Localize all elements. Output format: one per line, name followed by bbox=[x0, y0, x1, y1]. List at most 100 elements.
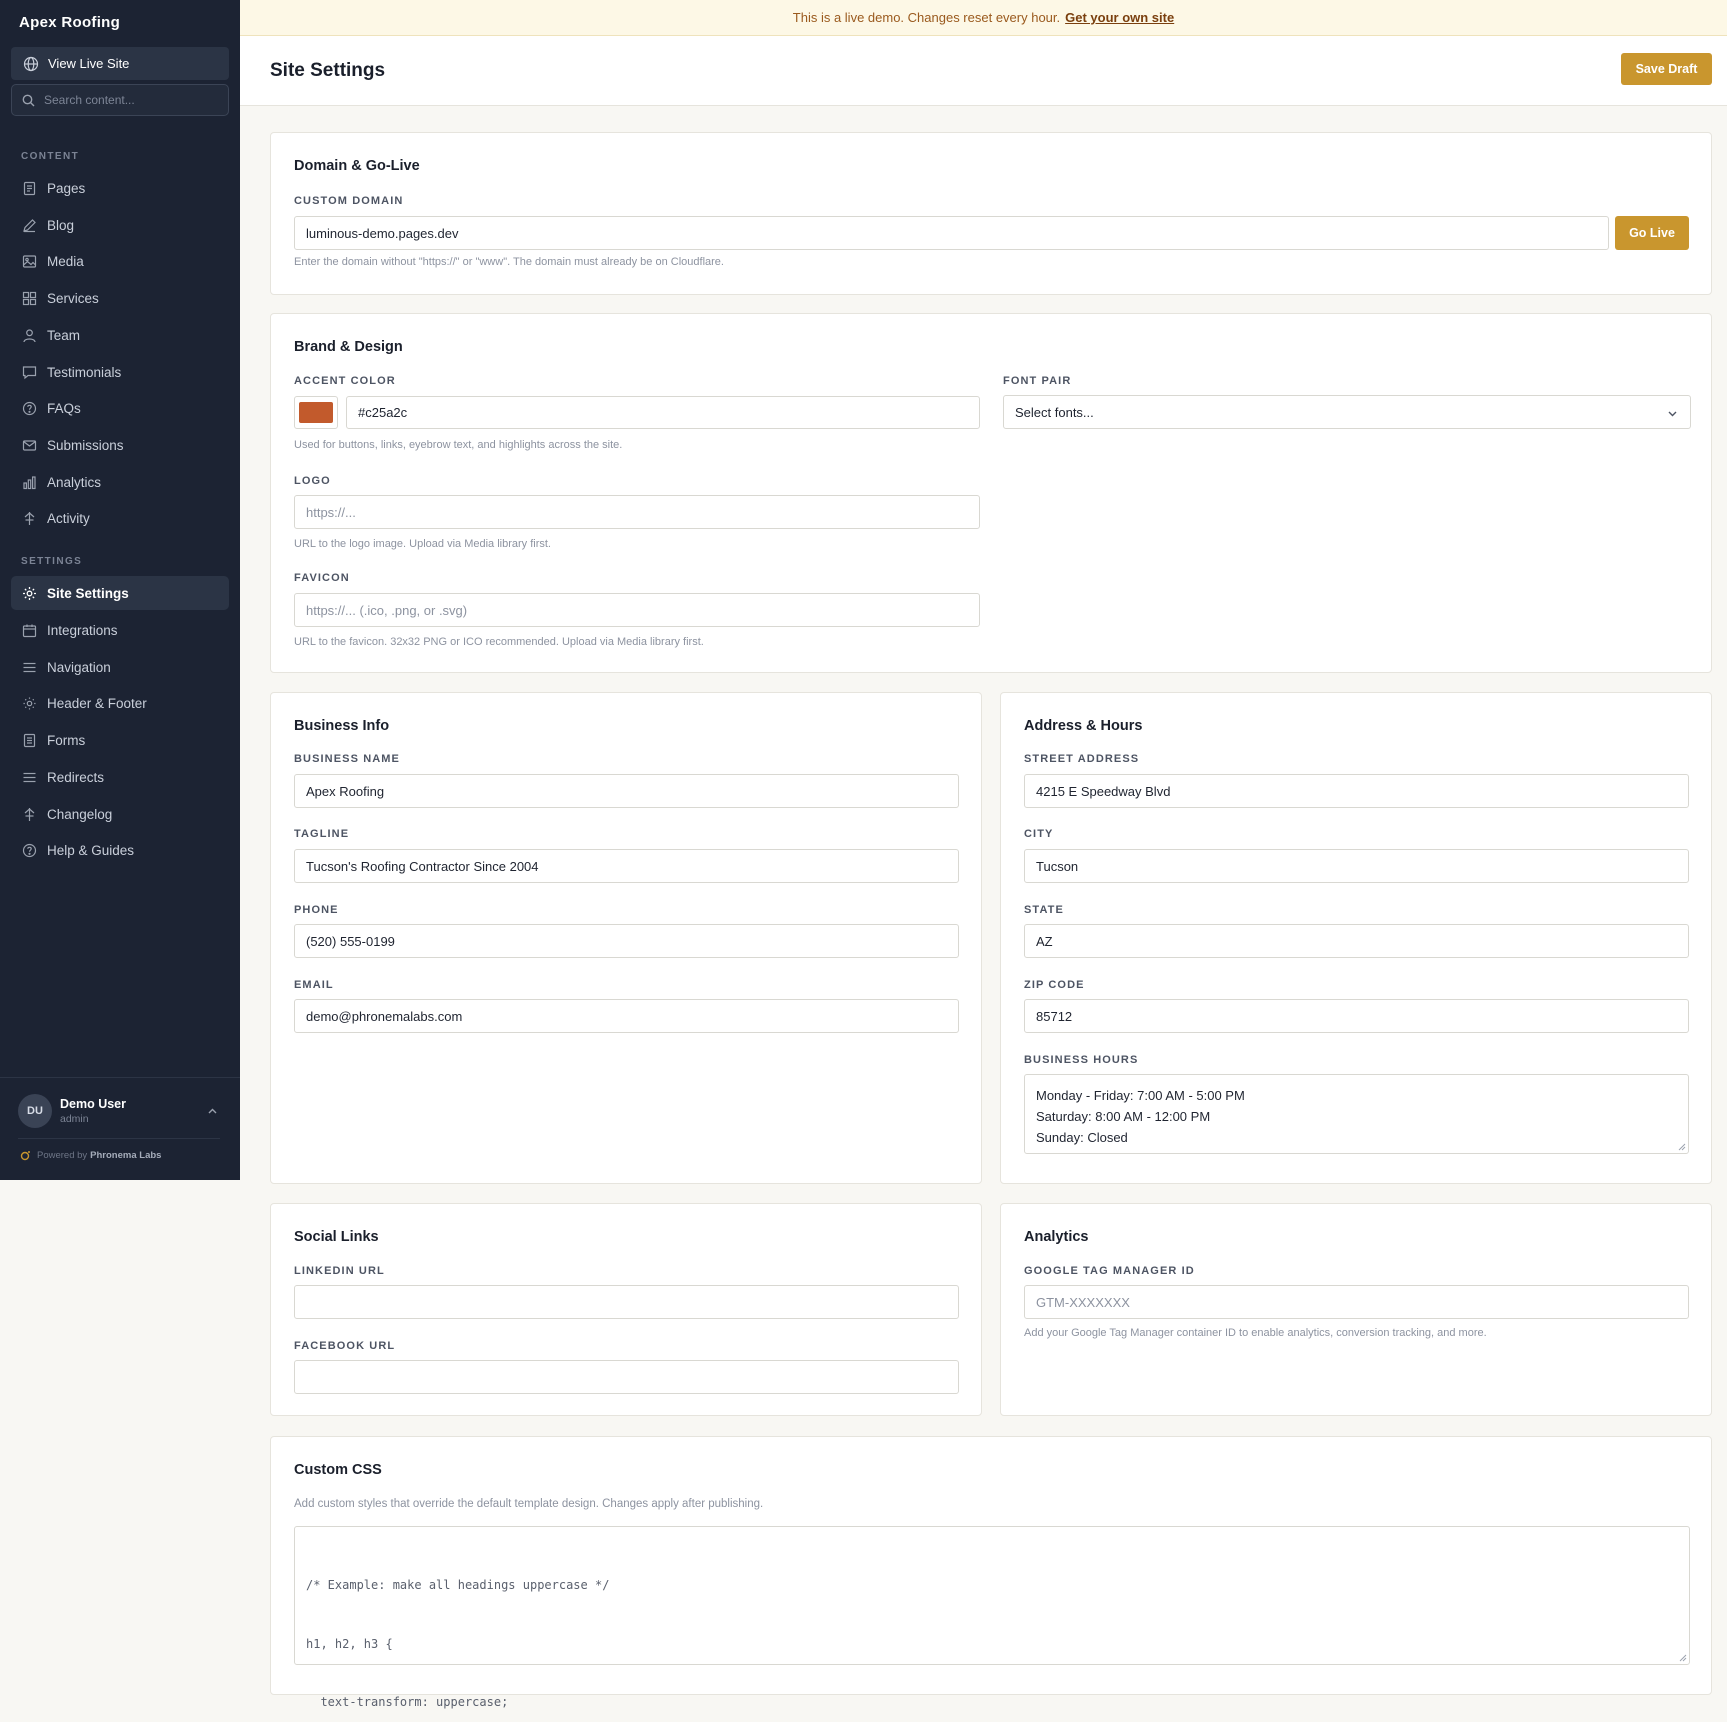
pen-icon bbox=[23, 218, 36, 232]
view-live-site-button[interactable]: View Live Site bbox=[11, 47, 229, 80]
favicon-label: FAVICON bbox=[294, 572, 350, 584]
email-label: EMAIL bbox=[294, 979, 334, 991]
zip-code-input[interactable]: 85712 bbox=[1024, 999, 1689, 1033]
sidebar-item-blog[interactable]: Blog bbox=[11, 208, 229, 242]
sidebar-item-forms[interactable]: Forms bbox=[11, 723, 229, 757]
sidebar-item-navigation[interactable]: Navigation bbox=[11, 650, 229, 684]
chevron-down-icon bbox=[1668, 411, 1677, 417]
search-input[interactable]: Search content... bbox=[11, 84, 229, 116]
content-section-label: CONTENT bbox=[21, 151, 80, 162]
user-info: Demo User admin bbox=[60, 1097, 126, 1125]
sidebar-item-testimonials[interactable]: Testimonials bbox=[11, 355, 229, 389]
tagline-label: TAGLINE bbox=[294, 828, 350, 840]
demo-banner: This is a live demo. Changes reset every… bbox=[240, 0, 1727, 36]
social-links-card: Social Links LINKEDIN URL FACEBOOK URL bbox=[270, 1203, 982, 1416]
business-name-input[interactable]: Apex Roofing bbox=[294, 774, 959, 808]
gtm-id-input[interactable]: GTM-XXXXXXX bbox=[1024, 1285, 1689, 1319]
street-address-label: STREET ADDRESS bbox=[1024, 753, 1140, 765]
image-icon bbox=[22, 254, 37, 268]
sidebar-item-submissions[interactable]: Submissions bbox=[11, 428, 229, 462]
resize-handle-icon[interactable] bbox=[1679, 1654, 1687, 1662]
sidebar-item-label: Redirects bbox=[47, 769, 105, 785]
user-name: Demo User bbox=[60, 1097, 126, 1111]
sidebar-item-label: Help & Guides bbox=[47, 842, 135, 858]
sidebar-item-label: Services bbox=[47, 290, 99, 306]
font-pair-label: FONT PAIR bbox=[1003, 375, 1072, 387]
save-draft-button[interactable]: Save Draft bbox=[1621, 53, 1712, 85]
mail-icon bbox=[22, 439, 37, 451]
form-icon bbox=[23, 733, 36, 747]
business-hours-textarea[interactable]: Monday - Friday: 7:00 AM - 5:00 PM Satur… bbox=[1024, 1074, 1689, 1154]
search-placeholder: Search content... bbox=[44, 93, 135, 107]
resize-handle-icon[interactable] bbox=[1678, 1143, 1686, 1151]
user-icon bbox=[23, 328, 36, 342]
page-title: Site Settings bbox=[270, 60, 386, 81]
accent-color-label: ACCENT COLOR bbox=[294, 375, 396, 387]
gtm-id-label: GOOGLE TAG MANAGER ID bbox=[1024, 1265, 1195, 1277]
sidebar-item-services[interactable]: Services bbox=[11, 281, 229, 315]
sidebar-item-changelog[interactable]: Changelog bbox=[11, 797, 229, 831]
accent-color-input[interactable]: #c25a2c bbox=[346, 396, 980, 429]
menu-icon bbox=[23, 662, 36, 672]
sidebar-item-pages[interactable]: Pages bbox=[11, 171, 229, 205]
email-input[interactable]: demo@phronemalabs.com bbox=[294, 999, 959, 1033]
favicon-input[interactable]: https://... (.ico, .png, or .svg) bbox=[294, 593, 980, 627]
favicon-help: URL to the favicon. 32x32 PNG or ICO rec… bbox=[294, 636, 704, 648]
code-line: /* Example: make all headings uppercase … bbox=[306, 1578, 610, 1592]
sidebar-item-integrations[interactable]: Integrations bbox=[11, 613, 229, 647]
sidebar-item-help-guides[interactable]: Help & Guides bbox=[11, 833, 229, 867]
custom-css-textarea[interactable]: /* Example: make all headings uppercase … bbox=[294, 1526, 1690, 1709]
calendar-icon bbox=[22, 624, 37, 637]
custom-domain-input[interactable]: luminous-demo.pages.dev bbox=[294, 216, 1609, 250]
sun-icon bbox=[23, 697, 36, 709]
street-address-input[interactable]: 4215 E Speedway Blvd bbox=[1024, 774, 1689, 808]
sidebar-item-label: Activity bbox=[47, 510, 90, 526]
linkedin-url-label: LINKEDIN URL bbox=[294, 1265, 385, 1277]
tagline-input[interactable]: Tucson's Roofing Contractor Since 2004 bbox=[294, 849, 959, 883]
accent-color-picker[interactable] bbox=[294, 396, 338, 429]
get-your-own-site-link[interactable]: Get your own site bbox=[1065, 10, 1174, 25]
question-icon bbox=[22, 843, 37, 857]
sidebar-item-team[interactable]: Team bbox=[11, 318, 229, 352]
page-icon bbox=[23, 181, 36, 195]
activity-icon bbox=[24, 807, 35, 821]
sidebar-divider bbox=[0, 1077, 240, 1078]
view-live-site-label: View Live Site bbox=[48, 56, 130, 71]
sidebar-item-label: Integrations bbox=[47, 622, 118, 638]
code-line: text-transform: uppercase; bbox=[306, 1695, 509, 1709]
user-role: admin bbox=[60, 1113, 89, 1125]
sidebar-item-faqs[interactable]: FAQs bbox=[11, 391, 229, 425]
sidebar-item-label: Pages bbox=[47, 180, 86, 196]
business-name-label: BUSINESS NAME bbox=[294, 753, 400, 765]
sidebar-item-site-settings[interactable]: Site Settings bbox=[11, 576, 229, 610]
phronema-logo-icon bbox=[20, 1151, 30, 1161]
sidebar-item-label: Team bbox=[47, 327, 81, 343]
phone-input[interactable]: (520) 555-0199 bbox=[294, 924, 959, 958]
analytics-card: Analytics GOOGLE TAG MANAGER ID GTM-XXXX… bbox=[1000, 1203, 1712, 1416]
chevron-up-icon bbox=[208, 1108, 217, 1113]
user-menu[interactable]: DU Demo User admin bbox=[18, 1093, 224, 1129]
card-title: Custom CSS bbox=[294, 1462, 382, 1478]
card-title: Brand & Design bbox=[294, 339, 403, 355]
sidebar-item-label: Testimonials bbox=[47, 364, 122, 380]
sidebar-item-analytics[interactable]: Analytics bbox=[11, 465, 229, 499]
card-title: Analytics bbox=[1024, 1229, 1089, 1245]
activity-icon bbox=[24, 511, 35, 525]
globe-icon bbox=[23, 56, 39, 71]
sidebar-item-header-footer[interactable]: Header & Footer bbox=[11, 686, 229, 720]
sidebar-item-label: Header & Footer bbox=[47, 695, 147, 711]
sidebar-item-activity[interactable]: Activity bbox=[11, 501, 229, 535]
gtm-help: Add your Google Tag Manager container ID… bbox=[1024, 1327, 1487, 1339]
logo-input[interactable]: https://... bbox=[294, 495, 980, 529]
chat-icon bbox=[22, 365, 37, 379]
state-input[interactable]: AZ bbox=[1024, 924, 1689, 958]
go-live-button[interactable]: Go Live bbox=[1615, 216, 1689, 250]
facebook-url-input[interactable] bbox=[294, 1360, 959, 1394]
linkedin-url-input[interactable] bbox=[294, 1285, 959, 1319]
sidebar-item-media[interactable]: Media bbox=[11, 244, 229, 278]
font-pair-select[interactable]: Select fonts... bbox=[1003, 395, 1691, 429]
city-input[interactable]: Tucson bbox=[1024, 849, 1689, 883]
powered-by-brand: Phronema Labs bbox=[90, 1150, 162, 1161]
card-title: Social Links bbox=[294, 1229, 379, 1245]
sidebar-item-redirects[interactable]: Redirects bbox=[11, 760, 229, 794]
